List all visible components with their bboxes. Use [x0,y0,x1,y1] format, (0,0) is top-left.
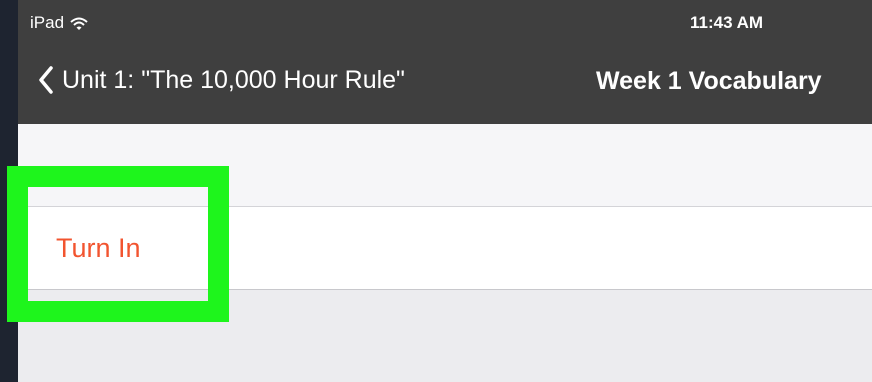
back-button-label: Unit 1: "The 10,000 Hour Rule" [62,65,405,94]
status-left: iPad [30,13,88,33]
device-name: iPad [30,13,65,32]
back-button[interactable]: Unit 1: "The 10,000 Hour Rule" [38,60,405,100]
navigation-area: iPad 11:43 AM Unit 1: "The 10,000 Hour R… [18,0,872,124]
content-area [18,290,872,382]
status-time: 11:43 AM [690,13,764,32]
ipad-screen: iPad 11:43 AM Unit 1: "The 10,000 Hour R… [18,0,872,382]
turn-in-button[interactable]: Turn In [18,207,872,290]
wifi-icon [70,16,88,30]
turn-in-label: Turn In [56,232,141,263]
page-title: Week 1 Vocabulary [596,67,822,95]
status-bar: iPad 11:43 AM [18,0,872,44]
chevron-left-icon [38,66,54,94]
toolbar-area [18,124,872,207]
